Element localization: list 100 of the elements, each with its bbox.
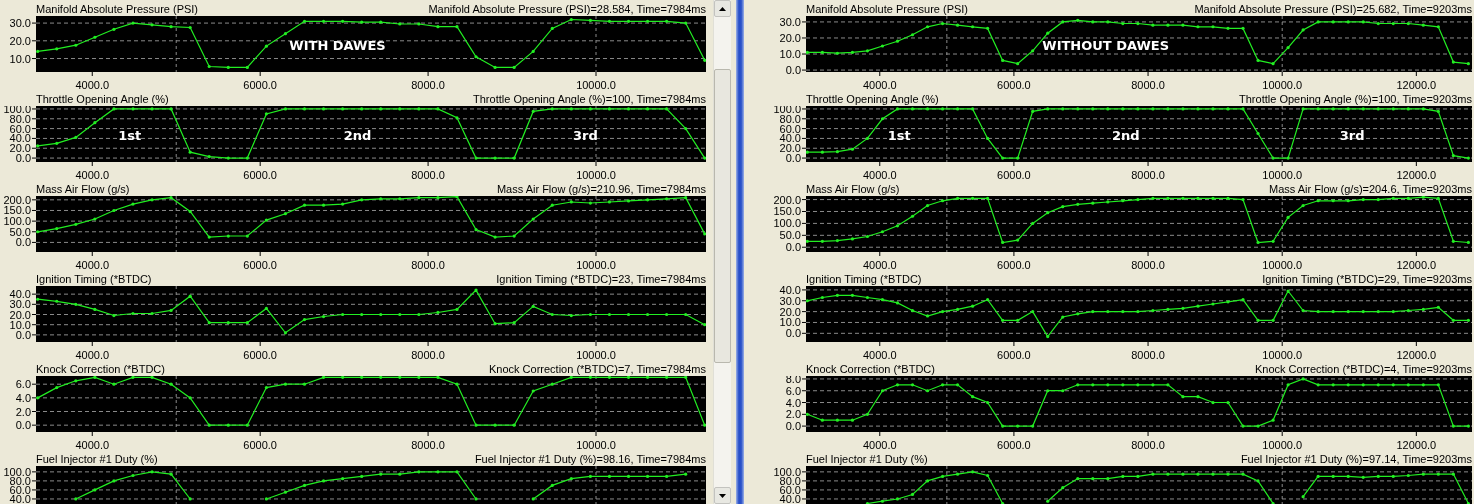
y-tick-label: 50.0	[9, 225, 31, 238]
x-tick-label: 4000.0	[75, 259, 110, 271]
y-tick-label: 150.0	[773, 205, 801, 218]
chart-title: Mass Air Flow (g/s)	[36, 183, 130, 196]
y-tick-label: 40.0	[779, 286, 801, 296]
y-tick-label: 20.0	[779, 305, 801, 318]
x-tick-label: 8000.0	[1131, 439, 1165, 451]
x-tick-label: 4000.0	[862, 259, 897, 271]
y-tick-label: 60.0	[779, 122, 801, 135]
y-tick-label: 60.0	[9, 122, 31, 135]
x-tick-label: 8000.0	[411, 79, 445, 91]
x-tick-label: 8000.0	[411, 169, 445, 181]
x-tick-label: 4000.0	[75, 169, 110, 181]
x-tick-label: 4000.0	[862, 169, 897, 181]
y-tick-label: 0.0	[15, 152, 31, 165]
chart-reading: Manifold Absolute Pressure (PSI)=25.682, Time=9203ms	[1194, 3, 1472, 16]
x-tick-label: 10000.0	[576, 79, 616, 91]
y-tick-label: 20.0	[9, 34, 31, 47]
x-tick-label: 8000.0	[1131, 169, 1165, 181]
chart-reading: Ignition Timing (*BTDC)=23, Time=7984ms	[496, 273, 706, 286]
y-tick-label: 40.0	[9, 288, 31, 301]
x-tick-label: 10000.0	[576, 349, 616, 361]
chart-title: Mass Air Flow (g/s)	[806, 183, 900, 196]
x-tick-label: 4000.0	[862, 439, 897, 451]
chart-reading: Knock Correction (*BTDC)=4, Time=9203ms	[1254, 363, 1472, 376]
x-tick-label: 4000.0	[862, 349, 897, 361]
y-tick-label: 80.0	[9, 112, 31, 125]
y-tick-label: 10.0	[9, 52, 31, 65]
x-tick-label: 8000.0	[1131, 349, 1165, 361]
x-tick-label: 6000.0	[997, 439, 1031, 451]
y-tick-label: 4.0	[785, 396, 801, 409]
y-tick-label: 4.0	[15, 391, 31, 404]
x-tick-label: 6000.0	[243, 79, 277, 91]
chart-reading: Knock Correction (*BTDC)=7, Time=7984ms	[488, 363, 706, 376]
y-tick-label: 8.0	[785, 376, 801, 385]
chart-title: Throttle Opening Angle (%)	[36, 93, 169, 106]
y-tick-label: 2.0	[785, 408, 801, 421]
y-tick-label: 0.0	[785, 64, 801, 77]
x-tick-label: 6000.0	[243, 169, 277, 181]
x-tick-label: 10000.0	[1262, 79, 1303, 91]
x-tick-label: 8000.0	[1131, 259, 1165, 271]
chart-annotation: WITHOUT DAWES	[1042, 37, 1170, 53]
y-tick-label: 6.0	[785, 384, 801, 397]
chart-reading: Mass Air Flow (g/s)=210.96, Time=7984ms	[496, 183, 706, 196]
x-tick-label: 8000.0	[411, 259, 445, 271]
chart-annotation: 3rd	[1339, 127, 1365, 143]
y-tick-label: 20.0	[9, 142, 31, 155]
y-tick-label: 30.0	[9, 298, 31, 311]
x-tick-label: 12000.0	[1396, 169, 1437, 181]
x-tick-label: 4000.0	[75, 439, 110, 451]
y-tick-label: 0.0	[785, 327, 801, 340]
y-tick-label: 10.0	[9, 318, 31, 331]
y-tick-label: 0.0	[785, 152, 801, 165]
chart-title: Fuel Injector #1 Duty (%)	[36, 453, 158, 466]
y-tick-label: 150.0	[3, 204, 31, 217]
y-tick-label: 100.0	[773, 217, 801, 230]
x-tick-label: 10000.0	[1262, 169, 1303, 181]
y-tick-label: 20.0	[9, 308, 31, 321]
x-tick-label: 12000.0	[1396, 439, 1437, 451]
chart-reading: Fuel Injector #1 Duty (%)=98.16, Time=7984ms	[474, 453, 706, 466]
x-tick-label: 8000.0	[411, 349, 445, 361]
x-tick-label: 6000.0	[997, 169, 1031, 181]
chart-annotation: 2nd	[1111, 127, 1140, 143]
y-tick-label: 2.0	[15, 405, 31, 418]
x-tick-label: 12000.0	[1396, 79, 1437, 91]
chart-annotation: 3rd	[573, 127, 598, 143]
y-tick-label: 200.0	[3, 196, 31, 206]
y-tick-label: 200.0	[773, 196, 801, 206]
chart-annotation: 2nd	[343, 127, 372, 143]
y-tick-label: 100.0	[3, 215, 31, 228]
x-tick-label: 4000.0	[75, 349, 110, 361]
chart-reading: Throttle Opening Angle (%)=100, Time=7984ms	[473, 93, 706, 106]
chart-title: Knock Correction (*BTDC)	[36, 363, 165, 376]
chart-title: Throttle Opening Angle (%)	[806, 93, 939, 106]
y-tick-label: 20.0	[779, 142, 801, 155]
y-tick-label: 0.0	[15, 236, 31, 249]
chart-annotation: 1st	[887, 127, 911, 143]
chart-title: Knock Correction (*BTDC)	[806, 363, 935, 376]
y-tick-label: 20.0	[779, 32, 801, 44]
y-tick-label: 40.0	[779, 132, 801, 145]
chart-reading: Ignition Timing (*BTDC)=29, Time=9203ms	[1262, 273, 1472, 286]
y-tick-label: 0.0	[15, 328, 31, 341]
x-tick-label: 6000.0	[997, 349, 1031, 361]
x-tick-label: 6000.0	[243, 259, 277, 271]
x-tick-label: 8000.0	[1131, 79, 1165, 91]
y-tick-label: 10.0	[779, 48, 801, 61]
x-tick-label: 10000.0	[1262, 439, 1303, 451]
y-tick-label: 30.0	[779, 294, 801, 307]
x-tick-label: 10000.0	[1262, 259, 1303, 271]
y-tick-label: 50.0	[779, 229, 801, 242]
x-tick-label: 8000.0	[411, 439, 445, 451]
y-tick-label: 0.0	[15, 419, 31, 432]
y-tick-label: 0.0	[785, 241, 801, 254]
y-tick-label: 100.0	[3, 466, 31, 478]
y-tick-label: 100.0	[3, 106, 31, 115]
x-tick-label: 6000.0	[997, 79, 1031, 91]
chart-annotation: WITH DAWES	[289, 37, 386, 53]
y-tick-label: 30.0	[779, 16, 801, 28]
y-tick-label: 100.0	[773, 106, 801, 115]
chart-title: Fuel Injector #1 Duty (%)	[806, 453, 928, 466]
